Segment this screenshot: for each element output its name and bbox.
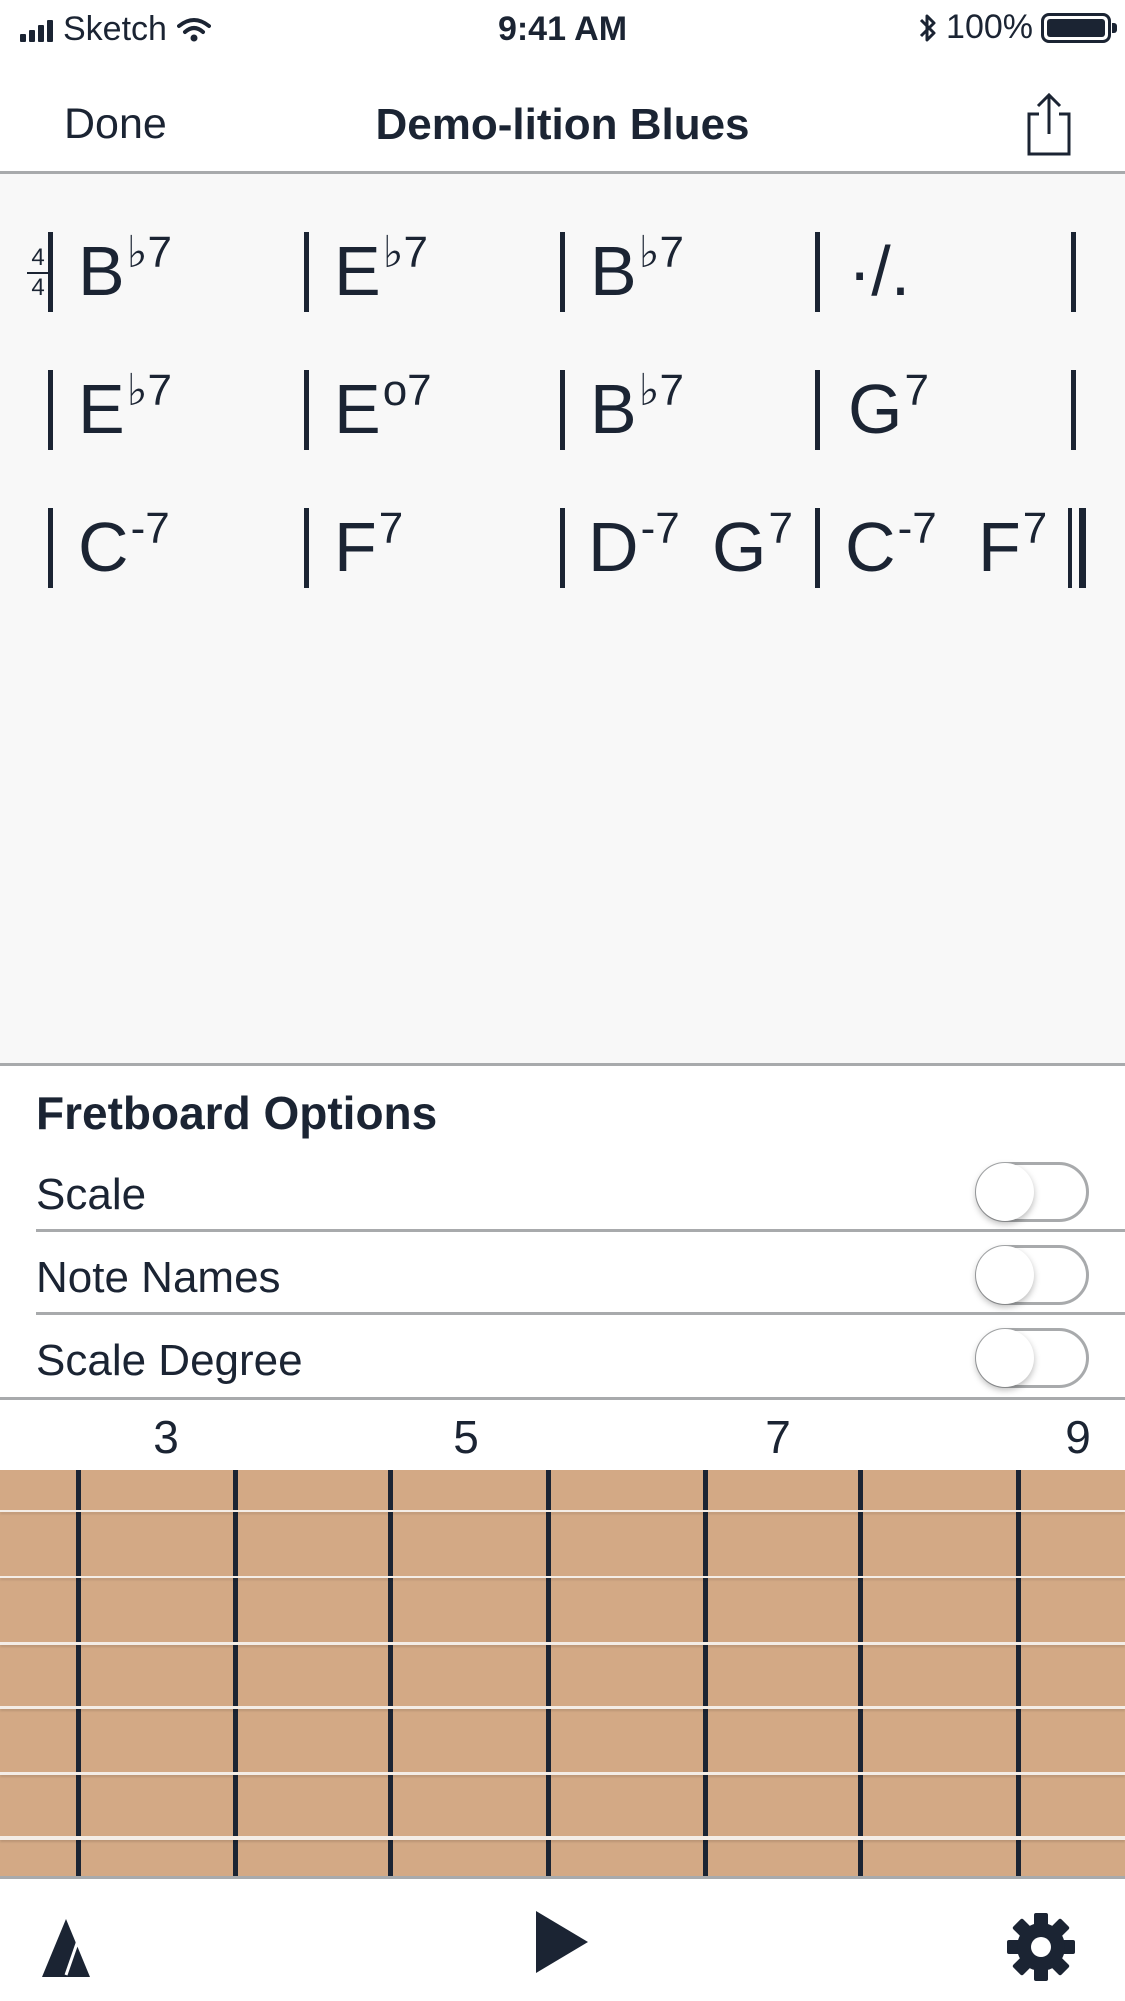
chord-bar-12a[interactable]: C-7 bbox=[845, 507, 937, 583]
fret-number: 7 bbox=[765, 1411, 791, 1463]
chord-bar-10[interactable]: F7 bbox=[334, 507, 403, 583]
repeat-bar-4[interactable]: ·/. bbox=[848, 236, 910, 306]
bluetooth-icon bbox=[919, 14, 936, 41]
page-title: Demo-lition Blues bbox=[375, 100, 750, 149]
chord-bar-3[interactable]: B♭7 bbox=[590, 231, 684, 307]
chord-bar-8[interactable]: G7 bbox=[848, 369, 929, 445]
battery-percent: 100% bbox=[946, 8, 1033, 46]
chord-bar-6[interactable]: Eo7 bbox=[334, 369, 432, 445]
status-bar: Sketch 9:41 AM 100% bbox=[0, 0, 1125, 62]
option-label: Scale Degree bbox=[36, 1336, 303, 1385]
fret-wire bbox=[76, 1470, 81, 1876]
fret-number: 9 bbox=[1065, 1411, 1091, 1463]
guitar-string bbox=[0, 1836, 1125, 1840]
guitar-string bbox=[0, 1510, 1125, 1512]
bar-line bbox=[560, 232, 565, 312]
fretboard[interactable] bbox=[0, 1470, 1125, 1876]
bar-line bbox=[304, 232, 309, 312]
bar-line bbox=[48, 508, 53, 588]
chord-bar-12b[interactable]: F7 bbox=[978, 507, 1047, 583]
option-note-names: Note Names bbox=[36, 1233, 1125, 1315]
chord-bar-5[interactable]: E♭7 bbox=[78, 369, 172, 445]
bar-line bbox=[815, 508, 820, 588]
play-icon[interactable] bbox=[532, 1909, 592, 1975]
bar-line bbox=[560, 508, 565, 588]
fret-number-row: 3 5 7 9 bbox=[0, 1400, 1125, 1470]
guitar-string bbox=[0, 1772, 1125, 1775]
fretboard-options-panel: Fretboard Options Scale Note Names Scale… bbox=[0, 1066, 1125, 1400]
time-signature: 4 4 bbox=[27, 246, 49, 300]
scale-degree-toggle[interactable] bbox=[975, 1328, 1089, 1388]
chord-chart[interactable]: 4 4 B♭7 E♭7 B♭7 ·/. E♭7 Eo7 B♭7 G7 C-7 F… bbox=[0, 174, 1125, 1066]
battery-icon bbox=[1041, 12, 1117, 43]
fret-wire bbox=[1016, 1470, 1021, 1876]
option-label: Note Names bbox=[36, 1253, 281, 1302]
bottom-toolbar bbox=[0, 1876, 1125, 2001]
fret-wire bbox=[546, 1470, 551, 1876]
fret-number: 5 bbox=[453, 1411, 479, 1463]
chord-bar-2[interactable]: E♭7 bbox=[334, 231, 428, 307]
fret-wire bbox=[388, 1470, 393, 1876]
bar-line bbox=[304, 508, 309, 588]
gear-icon[interactable] bbox=[1005, 1911, 1077, 1983]
bar-line bbox=[560, 370, 565, 450]
option-scale: Scale bbox=[36, 1150, 1125, 1232]
bar-line bbox=[815, 232, 820, 312]
status-right: 100% bbox=[918, 8, 1117, 47]
bar-line bbox=[48, 370, 53, 450]
scale-toggle[interactable] bbox=[975, 1162, 1089, 1222]
share-icon[interactable] bbox=[1023, 92, 1075, 158]
final-bar-line bbox=[1079, 508, 1086, 588]
guitar-string bbox=[0, 1576, 1125, 1578]
bar-line bbox=[1071, 232, 1076, 312]
option-scale-degree: Scale Degree bbox=[36, 1316, 1125, 1398]
bar-line bbox=[815, 370, 820, 450]
bar-line bbox=[304, 370, 309, 450]
options-title: Fretboard Options bbox=[36, 1087, 438, 1139]
fret-wire bbox=[703, 1470, 708, 1876]
chord-bar-7[interactable]: B♭7 bbox=[590, 369, 684, 445]
final-bar-line bbox=[1068, 508, 1072, 588]
chord-bar-9[interactable]: C-7 bbox=[78, 507, 170, 583]
chord-bar-11b[interactable]: G7 bbox=[712, 507, 793, 583]
metronome-icon[interactable] bbox=[38, 1917, 94, 1979]
note-names-toggle[interactable] bbox=[975, 1245, 1089, 1305]
bar-line bbox=[1071, 370, 1076, 450]
guitar-string bbox=[0, 1642, 1125, 1645]
fret-number: 3 bbox=[153, 1411, 179, 1463]
option-label: Scale bbox=[36, 1170, 147, 1219]
fret-wire bbox=[233, 1470, 238, 1876]
guitar-string bbox=[0, 1706, 1125, 1709]
bar-line bbox=[48, 232, 53, 312]
chord-bar-11a[interactable]: D-7 bbox=[588, 507, 680, 583]
nav-bar: Done Demo-lition Blues bbox=[0, 70, 1125, 174]
fret-wire bbox=[858, 1470, 863, 1876]
chord-bar-1[interactable]: B♭7 bbox=[78, 231, 172, 307]
